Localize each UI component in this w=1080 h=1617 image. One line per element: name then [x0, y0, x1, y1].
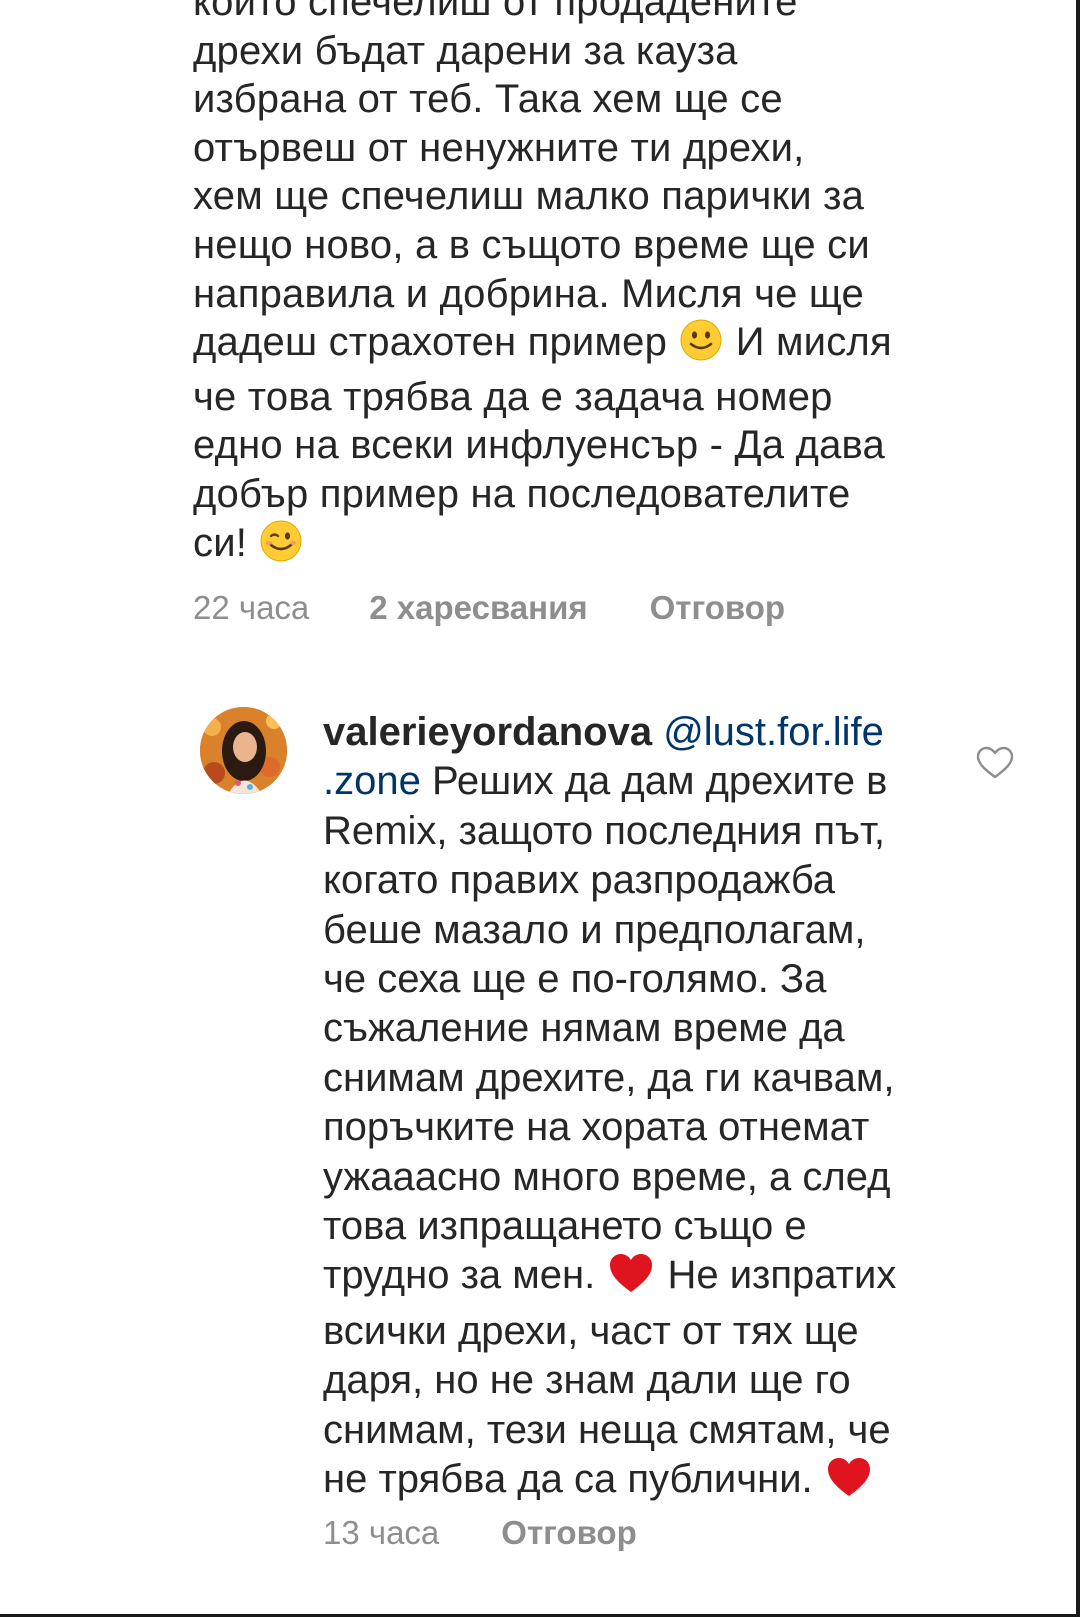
parent-comment-likes[interactable]: 2 харесвания	[369, 589, 587, 627]
reply-text-l11b: Не изпратих	[656, 1253, 897, 1298]
mention-link[interactable]: @lust.for.life	[663, 710, 884, 754]
reply-line-9: поръчките на хората отнемат	[323, 1105, 870, 1150]
parent-line-5: хем ще спечелиш малко парички за	[193, 174, 865, 219]
reply-line-15: снимам, тези неща смятам, че	[323, 1407, 891, 1452]
reply-button[interactable]: Отговор	[501, 1514, 636, 1552]
parent-comment-time: 22 часа	[193, 589, 310, 626]
slightly-smiling-face-icon	[680, 319, 722, 373]
parent-line-6: нещо ново, а в същото време ще си	[193, 222, 870, 267]
reply-line-5: беше мазало и предполагам,	[323, 907, 866, 952]
like-heart-icon[interactable]	[976, 746, 1014, 780]
reply-comment-time: 13 часа	[323, 1514, 440, 1551]
reply-text-l11a: трудно за мен.	[323, 1253, 607, 1298]
reply-text-l15: не трябва да са публични.	[323, 1457, 824, 1502]
reply-line-4: когато правих разпродажба	[323, 858, 836, 903]
reply-line-7: съжаление нямам време да	[323, 1006, 845, 1051]
parent-line-2: дрехи бъдат дарени за кауза	[193, 28, 738, 73]
reply-line-11: това изпращането също е	[323, 1204, 807, 1249]
parent-line-8-end: И мисля	[724, 320, 892, 365]
red-heart-icon	[608, 1252, 654, 1306]
parent-line-7: направила и добрина. Мисля че ще	[193, 271, 864, 316]
parent-comment-text: които спечелиш от продадените дрехи бъда…	[193, 0, 933, 573]
red-heart-icon-2	[826, 1456, 872, 1510]
reply-line-13: всички дрехи, част от тях ще	[323, 1308, 859, 1353]
username-link[interactable]: valerieyordanova	[323, 710, 652, 754]
avatar[interactable]	[200, 707, 287, 794]
reply-line-6: че сеха ще е по-голямо. За	[323, 957, 827, 1002]
reply-line-3: Remix, защото последния път,	[323, 808, 886, 853]
reply-line-14: даря, но не знам дали ще го	[323, 1358, 851, 1403]
reply-comment-text: valerieyordanova @lust.for.life .zone Ре…	[323, 708, 923, 1511]
parent-line-9: че това трябва да е задача номер	[193, 374, 833, 419]
parent-comment-meta: 22 часа 2 харесвания Отговор	[193, 588, 785, 628]
reply-line-10: ужааасно много време, а след	[323, 1154, 891, 1199]
mention-link-cont[interactable]: .zone	[323, 759, 421, 803]
reply-line-2: .zone Реших да дам дрехите в	[323, 757, 923, 806]
parent-reply-button[interactable]: Отговор	[650, 589, 785, 627]
winking-face-icon	[260, 520, 302, 574]
reply-line-8: снимам дрехите, да ги качвам,	[323, 1055, 895, 1100]
parent-line-1: които спечелиш от продадените	[193, 0, 798, 24]
parent-line-8-start: дадеш страхотен пример	[193, 320, 679, 365]
reply-line-12: трудно за мен. Не изпратих	[323, 1251, 923, 1306]
reply-comment-meta: 13 часа Отговор	[323, 1514, 637, 1552]
reply-line-1: valerieyordanova @lust.for.life	[323, 708, 923, 757]
parent-line-11: добър пример на последователите	[193, 471, 851, 516]
parent-line-3: избрана от теб. Така хем ще се	[193, 77, 783, 122]
parent-line-10: едно на всеки инфлуенсър - Да дава	[193, 423, 885, 468]
reply-text-l1: Реших да дам дрехите в	[420, 759, 888, 804]
parent-line-12: си!	[193, 520, 259, 565]
reply-line-16: не трябва да са публични.	[323, 1455, 923, 1510]
parent-line-4: отървеш от ненужните ти дрехи,	[193, 125, 805, 170]
